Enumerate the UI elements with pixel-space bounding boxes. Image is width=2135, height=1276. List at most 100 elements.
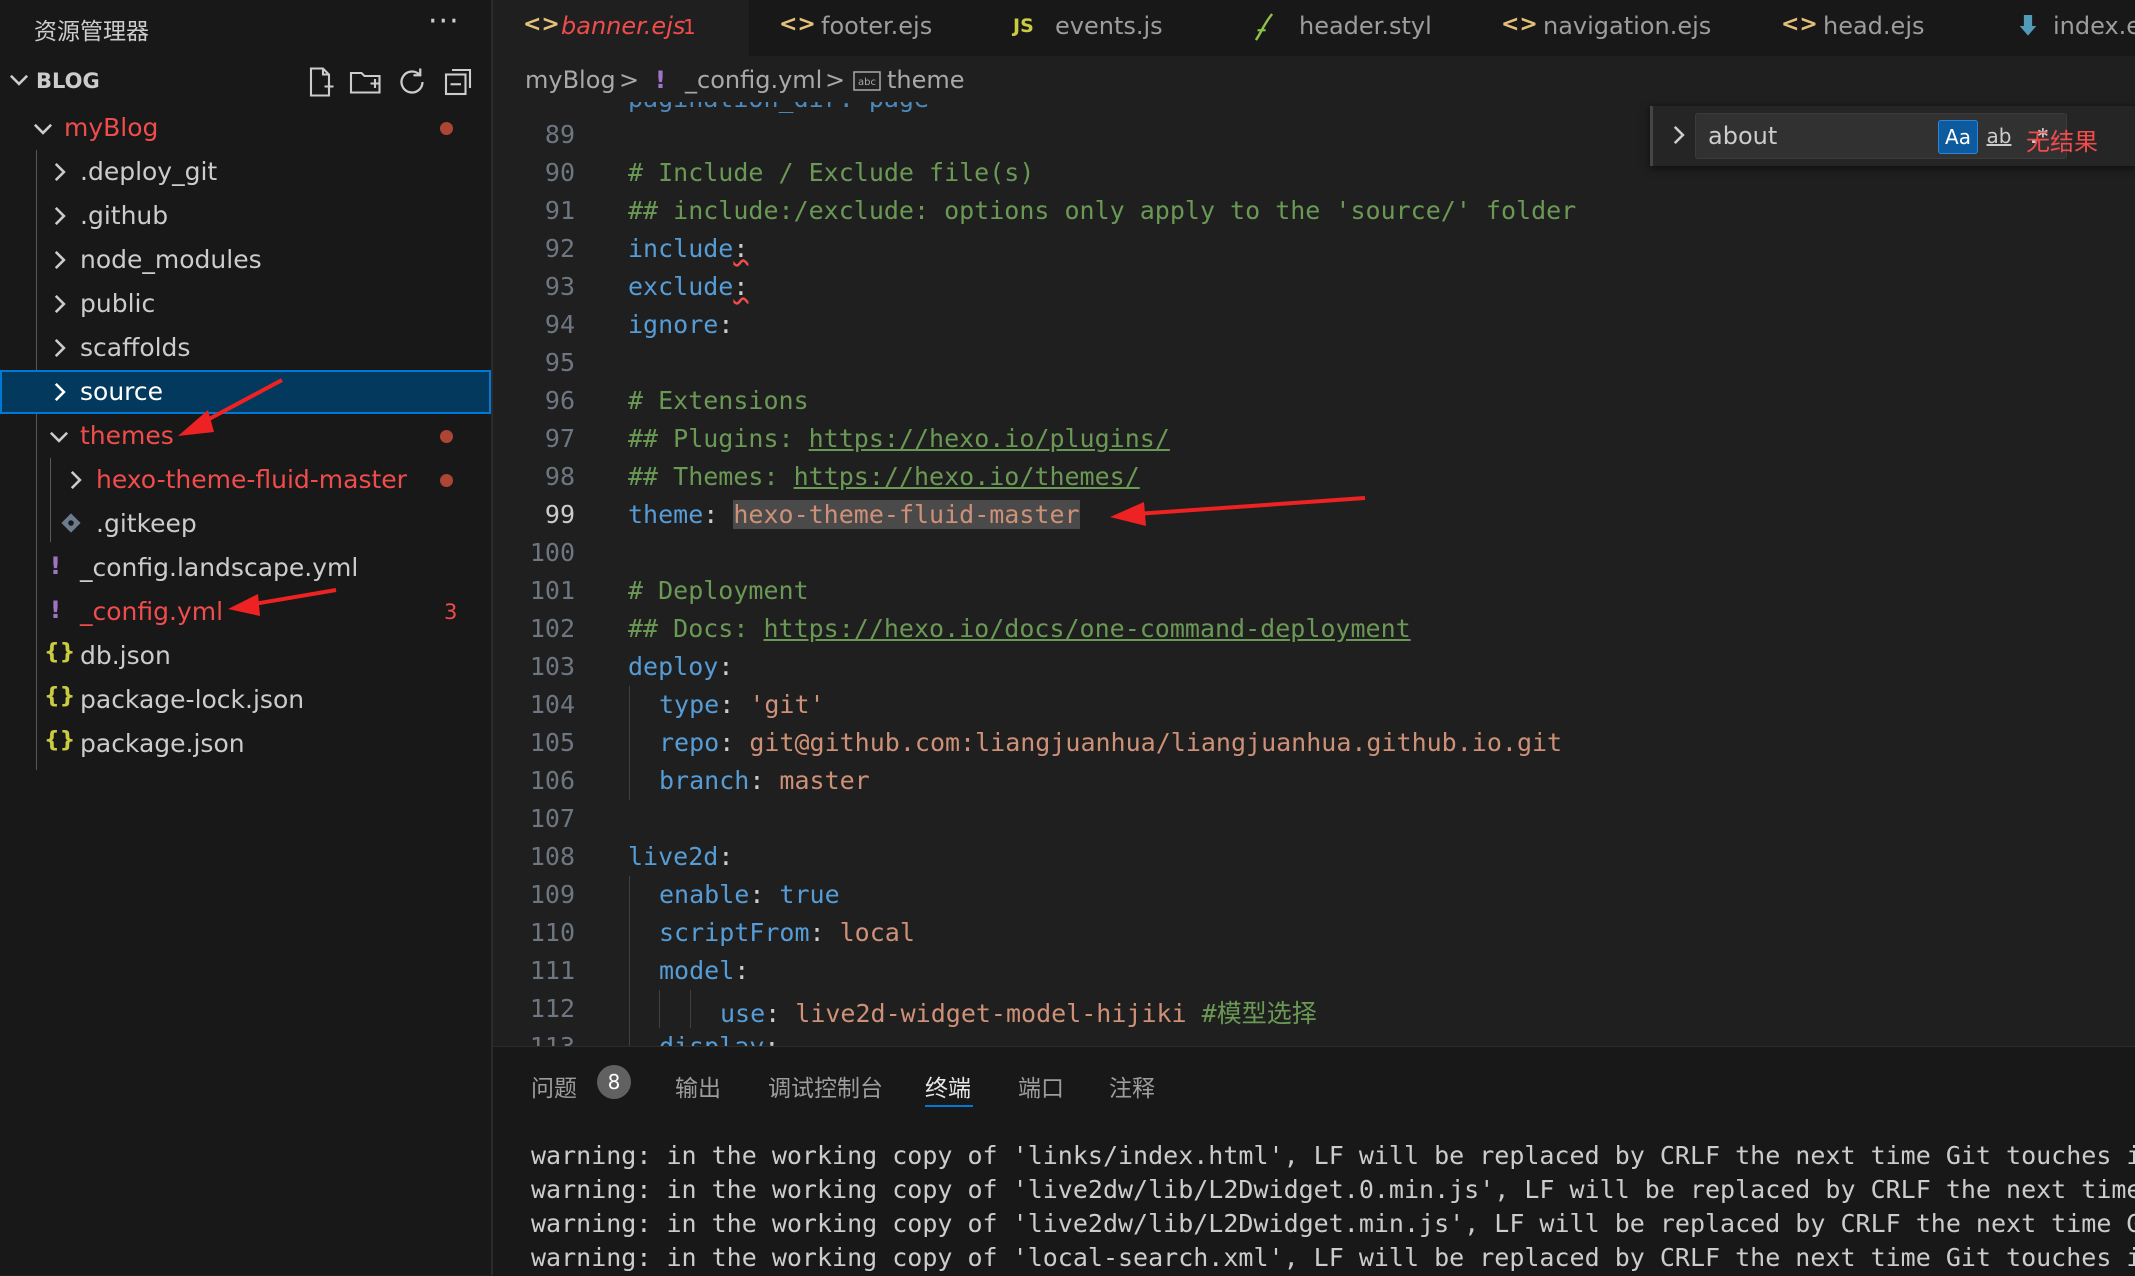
git-file-icon <box>61 513 81 533</box>
tree-item-themes[interactable]: themes <box>0 414 491 458</box>
find-result-text: 无结果 <box>2026 128 2098 156</box>
code-line: 95 <box>493 344 2135 382</box>
tree-item-label: themes <box>80 421 174 450</box>
code-comment: ## Plugins: <box>628 424 809 453</box>
match-case-toggle[interactable]: Aa <box>1938 120 1978 154</box>
tab-ports[interactable]: 端口 <box>1018 1069 1064 1103</box>
download-file-icon <box>2019 15 2037 36</box>
tree-item-deploy-git[interactable]: .deploy_git <box>0 150 491 194</box>
tree-item-package-json[interactable]: {} package.json <box>0 722 491 766</box>
code-line: 113 display: <box>493 1028 2135 1046</box>
tree-item-hexo-theme-fluid-master[interactable]: hexo-theme-fluid-master <box>0 458 491 502</box>
json-file-icon: {} <box>44 640 76 665</box>
tab-navigation-ejs[interactable]: <> navigation.ejs <box>1471 0 1752 56</box>
tree-item-myblog[interactable]: myBlog <box>0 106 491 150</box>
line-number: 102 <box>529 614 575 643</box>
tree-item-config-landscape-yml[interactable]: ! _config.landscape.yml <box>0 546 491 590</box>
code-line: 103 deploy: <box>493 648 2135 686</box>
code-link[interactable]: https://hexo.io/docs/one-command-deploym… <box>763 614 1410 643</box>
tab-head-ejs[interactable]: <> head.ejs <box>1751 0 1992 56</box>
tab-header-styl[interactable]: header.styl <box>1223 0 1472 56</box>
yaml-value: git@github.com:liangjuanhua/liangjuanhua… <box>749 728 1563 757</box>
new-folder-icon[interactable] <box>348 64 384 100</box>
explorer-sidebar: 资源管理器 ··· BLOG myBlog .deploy_git .githu… <box>0 0 493 1275</box>
chevron-down-icon <box>49 431 69 443</box>
line-number: 111 <box>529 956 575 985</box>
tree-item-label: _config.landscape.yml <box>80 553 359 582</box>
yaml-key: scriptFrom <box>659 918 810 947</box>
more-actions-icon[interactable]: ··· <box>428 4 460 39</box>
tab-index-ejs[interactable]: index.e <box>1991 0 2135 56</box>
tree-item-gitkeep[interactable]: .gitkeep <box>0 502 491 546</box>
code-line: 106 branch: master <box>493 762 2135 800</box>
yaml-value: local <box>839 918 915 947</box>
yaml-colon: : <box>703 500 734 529</box>
chevron-right-icon <box>54 294 66 314</box>
code-line: 92 include: <box>493 230 2135 268</box>
breadcrumb-symbol[interactable]: theme <box>887 66 965 94</box>
svg-text:abc: abc <box>858 77 876 88</box>
code-file-icon: <> <box>1501 12 1538 37</box>
workspace-name: BLOG <box>36 69 100 93</box>
yaml-file-icon: ! <box>50 596 61 624</box>
yaml-colon: : <box>749 766 780 795</box>
tree-item-label: myBlog <box>64 113 159 142</box>
tab-comments[interactable]: 注释 <box>1109 1069 1155 1103</box>
line-number: 93 <box>544 272 575 301</box>
breadcrumb-file[interactable]: _config.yml <box>685 66 822 94</box>
yaml-colon-error: : <box>733 272 749 301</box>
tree-item-label: public <box>80 289 156 318</box>
tab-output[interactable]: 输出 <box>675 1069 721 1103</box>
chevron-down-icon <box>9 74 29 86</box>
code-line: 98 ## Themes: https://hexo.io/themes/ <box>493 458 2135 496</box>
code-link[interactable]: https://hexo.io/plugins/ <box>809 424 1170 453</box>
breadcrumb: myBlog > ! _config.yml > abc theme <box>493 56 2135 102</box>
code-line: 97 ## Plugins: https://hexo.io/plugins/ <box>493 420 2135 458</box>
yaml-colon: : <box>718 842 734 871</box>
yaml-key: display <box>659 1032 764 1046</box>
tree-item-label: node_modules <box>80 245 262 274</box>
code-link[interactable]: https://hexo.io/themes/ <box>794 462 1140 491</box>
tree-item-github[interactable]: .github <box>0 194 491 238</box>
yaml-colon: : <box>719 690 750 719</box>
code-line: 107 <box>493 800 2135 838</box>
tree-item-scaffolds[interactable]: scaffolds <box>0 326 491 370</box>
tree-item-config-yml[interactable]: ! _config.yml 3 <box>0 590 491 634</box>
code-comment: # Deployment <box>628 576 809 605</box>
code-comment: # Extensions <box>628 386 809 415</box>
chevron-right-icon[interactable] <box>1665 122 1691 148</box>
whole-word-toggle[interactable]: ab <box>1980 120 2018 152</box>
tree-item-source[interactable]: source <box>0 370 491 414</box>
yaml-colon: : <box>718 652 734 681</box>
editor-tabs: <> banner.ejs 1 <> footer.ejs JS events.… <box>493 0 2135 57</box>
code-line: 96 # Extensions <box>493 382 2135 420</box>
refresh-icon[interactable] <box>394 64 430 100</box>
find-input[interactable] <box>1706 120 1900 152</box>
tree-item-public[interactable]: public <box>0 282 491 326</box>
yaml-colon: : <box>734 956 750 985</box>
tab-events-js[interactable]: JS events.js <box>983 0 1224 56</box>
tree-item-db-json[interactable]: {} db.json <box>0 634 491 678</box>
tree-item-label: .github <box>80 201 169 230</box>
code-file-icon: <> <box>1781 12 1818 37</box>
yaml-key: enable <box>659 880 750 909</box>
tab-terminal[interactable]: 终端 <box>925 1069 971 1103</box>
code-file-icon: <> <box>779 12 816 37</box>
code-line: 109 enable: true <box>493 876 2135 914</box>
chevron-right-icon <box>54 206 66 226</box>
new-file-icon[interactable] <box>302 64 338 100</box>
breadcrumb-folder[interactable]: myBlog <box>525 66 616 94</box>
tab-footer-ejs[interactable]: <> footer.ejs <box>749 0 984 56</box>
collapse-all-icon[interactable] <box>440 64 476 100</box>
string-symbol-icon: abc <box>853 71 881 91</box>
line-number: 94 <box>544 310 575 339</box>
tree-item-node-modules[interactable]: node_modules <box>0 238 491 282</box>
tab-debug-console[interactable]: 调试控制台 <box>768 1069 883 1103</box>
tab-problems[interactable]: 问题 <box>531 1069 577 1103</box>
yaml-colon: : <box>765 999 796 1028</box>
tab-banner-ejs[interactable]: <> banner.ejs 1 <box>493 0 750 56</box>
yaml-key: branch <box>659 766 750 795</box>
code-editor[interactable]: pagination_dir: page 89 90 # Include / E… <box>493 102 2135 1046</box>
tree-item-package-lock-json[interactable]: {} package-lock.json <box>0 678 491 722</box>
tree-item-label: scaffolds <box>80 333 191 362</box>
